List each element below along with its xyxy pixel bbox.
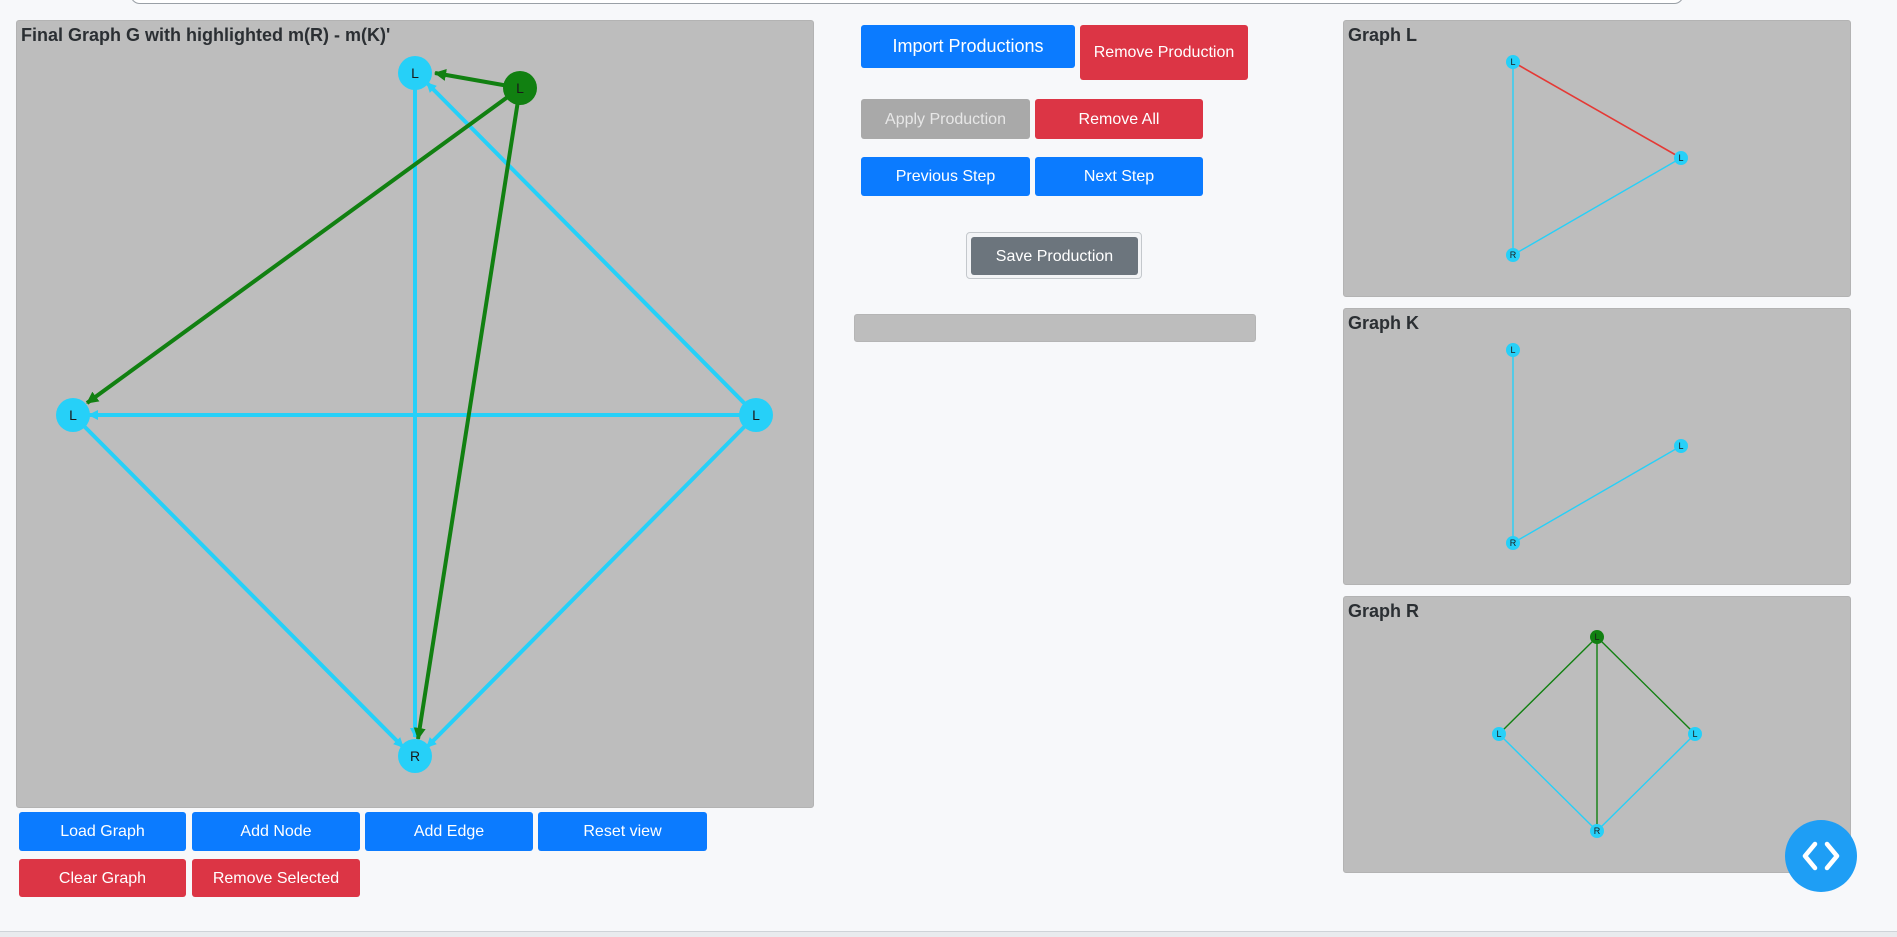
previous-step-button[interactable]: Previous Step xyxy=(861,157,1030,196)
main-graph-panel[interactable]: Final Graph G with highlighted m(R) - m(… xyxy=(16,20,814,808)
graph-r-node-green-label: L xyxy=(1594,632,1599,642)
remove-all-button[interactable]: Remove All xyxy=(1035,99,1203,139)
code-brackets-icon xyxy=(1802,841,1840,871)
apply-production-button[interactable]: Apply Production xyxy=(861,99,1030,139)
code-toggle-button[interactable] xyxy=(1785,820,1857,892)
edge-green-left[interactable] xyxy=(85,86,522,405)
graph-k-edge-right-bottom xyxy=(1512,445,1682,544)
graph-r-node-left-label: L xyxy=(1496,729,1501,739)
graph-k-canvas[interactable]: L L R xyxy=(1344,309,1850,584)
remove-selected-button[interactable]: Remove Selected xyxy=(192,859,360,897)
graph-l-edge-top-right xyxy=(1512,61,1682,159)
node-top-label: L xyxy=(411,65,419,81)
graph-l-edge-right-bottom xyxy=(1512,157,1682,256)
graph-l-node-top-label: L xyxy=(1510,57,1515,67)
save-production-button[interactable]: Save Production xyxy=(971,237,1138,275)
edge-right-bottom[interactable] xyxy=(425,413,758,749)
graph-r-edge-green-left xyxy=(1498,636,1598,735)
graph-r-panel[interactable]: Graph R L L L R xyxy=(1343,596,1851,873)
app-window: Final Graph G with highlighted m(R) - m(… xyxy=(0,0,1897,932)
node-right-label: L xyxy=(752,407,760,423)
reset-view-button[interactable]: Reset view xyxy=(538,812,707,851)
graph-k-node-right-label: L xyxy=(1678,441,1683,451)
graph-k-node-bottom-label: R xyxy=(1510,538,1517,548)
load-graph-button[interactable]: Load Graph xyxy=(19,812,186,851)
next-step-button[interactable]: Next Step xyxy=(1035,157,1203,196)
main-graph-canvas[interactable]: L L L L R xyxy=(17,21,813,807)
add-edge-button[interactable]: Add Edge xyxy=(365,812,533,851)
graph-r-canvas[interactable]: L L L R xyxy=(1344,597,1850,872)
graph-r-edge-green-right xyxy=(1596,636,1696,735)
node-left-label: L xyxy=(69,407,77,423)
graph-l-node-bottom-label: R xyxy=(1510,250,1517,260)
graph-l-panel[interactable]: Graph L L L R xyxy=(1343,20,1851,297)
add-node-button[interactable]: Add Node xyxy=(192,812,360,851)
edge-left-bottom[interactable] xyxy=(71,413,405,749)
graph-r-edge-left-bottom xyxy=(1498,733,1598,832)
graph-r-edge-right-bottom xyxy=(1596,733,1696,832)
import-productions-button[interactable]: Import Productions xyxy=(861,25,1075,68)
graph-k-panel[interactable]: Graph K L L R xyxy=(1343,308,1851,585)
graph-r-node-right-label: L xyxy=(1692,729,1697,739)
clear-graph-button[interactable]: Clear Graph xyxy=(19,859,186,897)
graph-l-canvas[interactable]: L L R xyxy=(1344,21,1850,296)
node-bottom-label: R xyxy=(410,748,420,764)
graph-r-node-bottom-label: R xyxy=(1594,826,1601,836)
address-bar[interactable] xyxy=(130,0,1684,4)
production-list-bar xyxy=(854,314,1256,342)
graph-l-node-right-label: L xyxy=(1678,153,1683,163)
graph-k-node-top-label: L xyxy=(1510,345,1515,355)
node-green-label: L xyxy=(516,80,524,96)
remove-production-button[interactable]: Remove Production xyxy=(1080,25,1248,80)
